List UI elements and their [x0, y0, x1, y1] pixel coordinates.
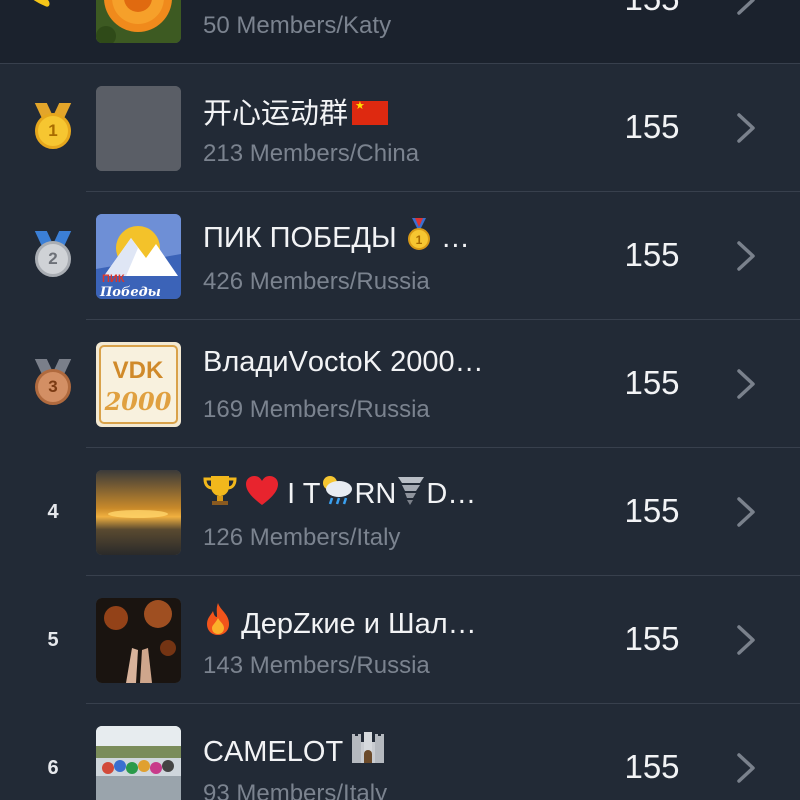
tornado-emoji	[398, 477, 425, 505]
score-value: 155	[600, 0, 704, 18]
rank-cell: 3	[0, 320, 106, 448]
member-country-text: 169 Members/Russia	[203, 396, 430, 423]
rank-number: 4	[47, 500, 59, 523]
group-name: CAMELOT	[203, 730, 533, 769]
group-name: ВладиVосtoK 2000…	[203, 346, 484, 378]
chevron-right-icon[interactable]	[733, 752, 759, 784]
rank-cell: 6	[0, 704, 106, 800]
pik-pobedy-mountain-avatar: ПИК Победы	[96, 214, 181, 299]
avatar[interactable]	[96, 470, 181, 555]
trophy-emoji	[203, 476, 237, 505]
rank-cell: 5	[0, 576, 106, 704]
avatar[interactable]	[96, 86, 181, 171]
avatar[interactable]	[96, 726, 181, 800]
my-group-row[interactable]: 127 50 Members/Katy 155	[0, 0, 800, 64]
banana-sticker-icon	[33, 0, 50, 7]
rank-cell: 4	[0, 448, 106, 576]
group-name: ПИК ПОБЕДЫ 1 …	[203, 218, 533, 255]
avatar[interactable]: VDK 2000	[96, 342, 181, 427]
group-row[interactable]: 6 CAMELOT 93 Members/Italy 155	[0, 704, 800, 800]
vdk-2000-avatar: VDK 2000	[96, 342, 181, 427]
group-name: I T RN D…	[203, 474, 533, 511]
castle-emoji	[351, 732, 384, 763]
cloud-rain-sun-emoji	[323, 476, 353, 505]
score-value: 155	[624, 748, 680, 785]
gold-medal-icon: 1	[33, 103, 73, 153]
fire-emoji	[207, 603, 229, 635]
chevron-right-icon[interactable]	[733, 112, 759, 144]
red-heart-emoji	[246, 476, 279, 505]
rank-cell: 1	[0, 64, 106, 192]
group-row[interactable]: 2 ПИК Победы ПИК ПОБЕДЫ 1 … 426 Members/…	[0, 192, 800, 320]
campfire-feet-avatar	[96, 598, 181, 683]
chevron-right-icon[interactable]	[733, 496, 759, 528]
chevron-right-icon[interactable]	[733, 0, 759, 16]
svg-text:ПИК: ПИК	[102, 273, 125, 285]
silver-medal-icon: 2	[33, 231, 73, 281]
score-value: 155	[624, 620, 680, 657]
chevron-right-icon[interactable]	[733, 368, 759, 400]
bronze-medal-icon: 3	[33, 359, 73, 409]
chevron-right-icon[interactable]	[733, 240, 759, 272]
china-flag-icon	[352, 101, 389, 125]
blank-gray-avatar	[96, 86, 181, 171]
svg-text:Победы: Победы	[99, 285, 161, 299]
group-row[interactable]: 3 VDK 2000 ВладиVосtoK 2000… 169 Members…	[0, 320, 800, 448]
svg-text:2000: 2000	[104, 387, 172, 416]
member-country-text: 426 Members/Russia	[203, 268, 430, 295]
rank-cell: 2	[0, 192, 106, 320]
sunset-sea-avatar	[96, 470, 181, 555]
rank-number: 5	[47, 628, 59, 651]
score-value: 155	[624, 236, 680, 273]
gold-medal-emoji: 1	[407, 218, 430, 250]
group-list[interactable]: 127 50 Members/Katy 155	[0, 0, 800, 800]
svg-text:1: 1	[415, 233, 422, 247]
group-photo-avatar	[96, 726, 181, 800]
member-country-text: 213 Members/China	[203, 140, 420, 167]
avatar[interactable]	[96, 598, 181, 683]
svg-text:VDK: VDK	[113, 357, 164, 384]
group-row[interactable]: 4 I T RN D… 126 Members/Italy 155	[0, 448, 800, 576]
group-row[interactable]: 5 ДерZкие и Шал… 143 Members/Russia 155	[0, 576, 800, 704]
group-name: 开心运动群	[203, 90, 533, 132]
group-leaderboard-screen: 127 50 Members/Katy 155	[0, 0, 800, 800]
score-value: 155	[624, 492, 680, 529]
group-name: ДерZкие и Шал…	[203, 602, 533, 641]
orange-flower-avatar	[96, 0, 181, 43]
score-value: 155	[624, 108, 680, 145]
member-country-text: 143 Members/Russia	[203, 652, 430, 679]
group-row[interactable]: 1 开心运动群 213 Members/China 155	[0, 64, 800, 192]
member-country-text: 50 Members/Katy	[203, 12, 392, 39]
score-value: 155	[624, 364, 680, 401]
chevron-right-icon[interactable]	[733, 624, 759, 656]
member-country-text: 126 Members/Italy	[203, 524, 401, 551]
member-country-text: 93 Members/Italy	[203, 780, 388, 800]
avatar[interactable]	[96, 0, 181, 43]
rank-number: 6	[47, 756, 59, 779]
avatar[interactable]: ПИК Победы	[96, 214, 181, 299]
